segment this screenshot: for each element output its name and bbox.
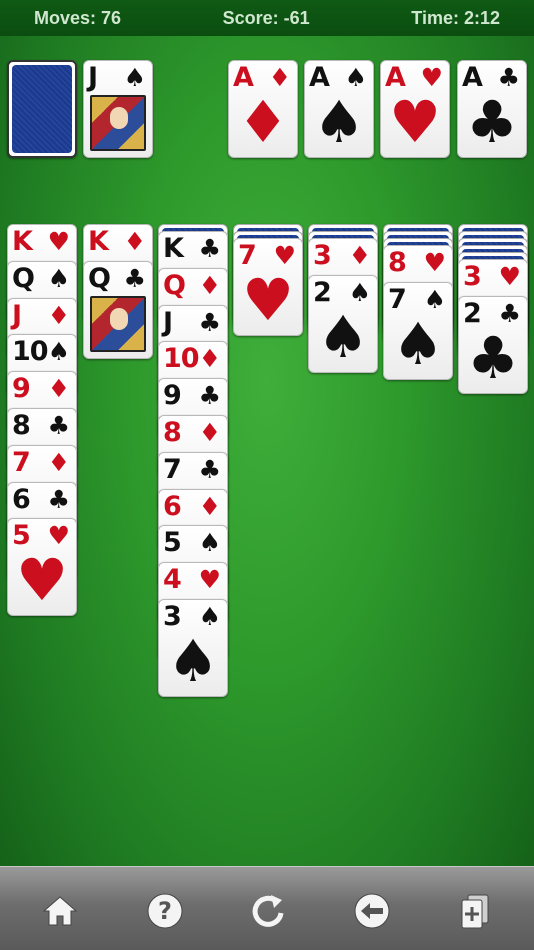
card-suit: ♦ — [123, 227, 146, 256]
playing-card[interactable]: 3 ♠ ♠ — [158, 599, 228, 697]
card-center-suit: ♠ — [167, 627, 219, 695]
svg-text:?: ? — [158, 897, 172, 925]
card-suit: ♠ — [198, 528, 221, 558]
card-center-suit: ♣ — [466, 88, 518, 156]
new-deal-icon — [461, 894, 489, 929]
card-suit: ♥ — [423, 248, 446, 277]
restart-icon — [252, 895, 284, 927]
card-suit: ♥ — [498, 262, 521, 291]
playing-card[interactable]: 2 ♠ ♠ — [308, 274, 378, 373]
card-suit: ♣ — [198, 454, 221, 484]
card-rank: Q — [88, 262, 111, 294]
card-rank: 9 — [163, 380, 182, 412]
card-suit: ♠ — [47, 263, 70, 293]
question-icon: ? — [147, 893, 183, 929]
card-suit: ♦ — [198, 491, 221, 521]
score-display: Score: -61 — [222, 7, 310, 28]
card-rank: 8 — [388, 247, 407, 278]
card-rank: 3 — [463, 261, 482, 292]
card-rank: J — [163, 306, 173, 338]
card-center-suit: ♥ — [16, 546, 68, 615]
card-center-suit: ♣ — [467, 323, 519, 392]
stock-pile[interactable] — [7, 60, 77, 158]
card-rank: Q — [12, 262, 35, 294]
card-suit: ♦ — [198, 418, 221, 447]
card-rank: K — [88, 226, 109, 257]
card-rank: 3 — [313, 240, 332, 271]
status-bar: Moves: 76 Score: -61 Time: 2:12 — [0, 0, 534, 36]
playing-card[interactable]: 7 ♥ ♥ — [233, 238, 303, 336]
card-rank: 6 — [12, 483, 31, 515]
card-center-suit: ♥ — [389, 88, 441, 156]
solitaire-board: Moves: 76 Score: -61 Time: 2:12 J ♠ A ♦ ♦ A… — [0, 0, 534, 950]
card-suit: ♣ — [47, 484, 70, 514]
new-game-button[interactable] — [452, 889, 496, 933]
card-suit: ♦ — [47, 374, 70, 404]
card-rank: J — [88, 62, 98, 93]
card-rank: K — [12, 226, 33, 257]
card-suit: ♦ — [348, 241, 371, 270]
card-center-suit: ♠ — [392, 309, 444, 378]
playing-card[interactable]: 5 ♥ ♥ — [7, 518, 77, 617]
card-rank: 6 — [163, 490, 182, 522]
foundation-pile[interactable]: A ♥ ♥ — [380, 60, 450, 158]
card-center-suit: ♠ — [317, 302, 369, 371]
moves-counter: Moves: 76 — [34, 7, 122, 28]
waste-card[interactable]: J ♠ — [83, 60, 153, 158]
undo-button[interactable] — [350, 889, 394, 933]
card-center-suit: ♥ — [242, 266, 294, 334]
card-suit: ♦ — [198, 344, 221, 374]
card-back — [12, 65, 72, 153]
card-center-suit: ♦ — [237, 88, 289, 156]
undo-icon — [354, 893, 390, 929]
card-rank: Q — [163, 269, 186, 301]
home-icon — [42, 896, 78, 926]
card-rank: J — [12, 299, 22, 331]
card-rank: 8 — [12, 410, 31, 441]
playing-card[interactable]: Q ♣ — [83, 260, 153, 359]
card-suit: ♣ — [198, 307, 221, 337]
playing-card[interactable]: 2 ♣ ♣ — [458, 295, 528, 394]
card-suit: ♦ — [198, 270, 221, 300]
card-suit: ♠ — [123, 63, 146, 92]
restart-button[interactable] — [246, 889, 290, 933]
card-suit: ♣ — [198, 381, 221, 411]
playing-card[interactable]: 7 ♠ ♠ — [383, 281, 453, 380]
card-suit: ♣ — [198, 234, 221, 263]
home-button[interactable] — [38, 889, 82, 933]
card-suit: ♠ — [47, 337, 70, 367]
help-button[interactable]: ? — [143, 889, 187, 933]
card-rank: 5 — [163, 527, 182, 559]
jack-portrait — [90, 95, 146, 151]
card-suit: ♣ — [123, 263, 146, 293]
foundation-pile[interactable]: A ♠ ♠ — [304, 60, 374, 158]
bottom-toolbar: ? — [0, 866, 534, 950]
card-rank: 4 — [163, 564, 182, 596]
card-suit: ♦ — [47, 300, 70, 330]
card-suit: ♣ — [47, 411, 70, 440]
timer: Time: 2:12 — [411, 7, 500, 28]
foundation-pile[interactable]: A ♣ ♣ — [457, 60, 527, 158]
foundation-pile[interactable]: A ♦ ♦ — [228, 60, 298, 158]
card-center-suit: ♠ — [313, 88, 365, 156]
card-suit: ♥ — [198, 565, 221, 595]
card-suit: ♥ — [47, 227, 70, 256]
card-rank: 10 — [163, 343, 200, 375]
card-rank: 9 — [12, 373, 31, 405]
card-rank: 7 — [163, 453, 182, 485]
card-rank: 8 — [163, 417, 182, 448]
card-rank: 7 — [12, 446, 31, 478]
card-rank: K — [163, 233, 184, 264]
card-rank: 10 — [12, 336, 49, 368]
card-suit: ♦ — [47, 447, 70, 477]
queen-portrait — [90, 295, 146, 352]
